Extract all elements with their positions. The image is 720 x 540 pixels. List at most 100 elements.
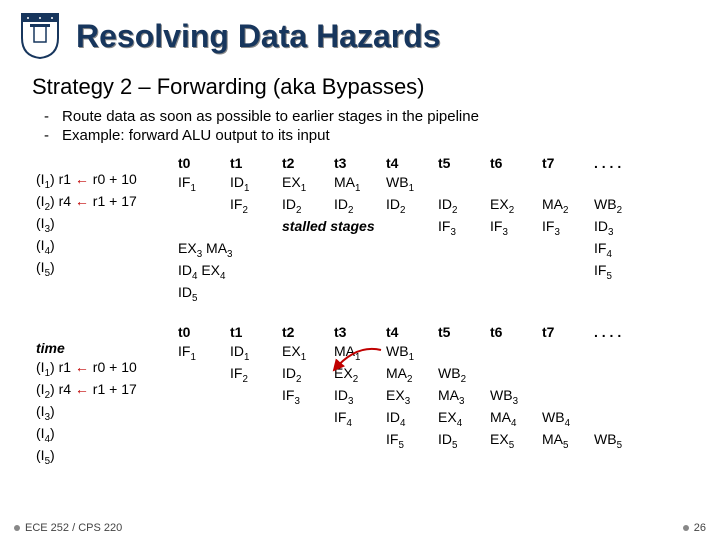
time-column-header: t5 [438, 154, 490, 173]
pipeline-cell [178, 386, 230, 408]
pipeline-cell: IF3 [542, 217, 594, 239]
time-column-header: t0 [178, 154, 230, 173]
time-column-header: t6 [490, 323, 542, 342]
time-column-header: t1 [230, 154, 282, 173]
pipeline-cell [542, 173, 594, 195]
pipeline-cell: EX3 MA3 [178, 239, 230, 261]
time-column-header: t7 [542, 323, 594, 342]
pipeline-cell: MA3 [438, 386, 490, 408]
pipeline-tables: (I1) r1 ← r0 + 10 (I2) r4 ← r1 + 17 (I3)… [0, 154, 720, 468]
pipeline-cell [490, 364, 542, 386]
pipeline-cell [334, 430, 386, 452]
pipeline-cell: WB5 [594, 430, 646, 452]
pipeline-cell: IF5 [594, 261, 646, 283]
pipeline-cell [594, 173, 646, 195]
pipeline-cell [542, 364, 594, 386]
pipeline-cell: MA2 [386, 364, 438, 386]
time-column-header: t3 [334, 154, 386, 173]
pipeline-cell: MA4 [490, 408, 542, 430]
pipeline-cell [334, 261, 386, 283]
pipeline-cell: IF1 [178, 342, 230, 364]
pipeline-cell [282, 408, 334, 430]
pipeline-cell [230, 408, 282, 430]
pipeline-cell: ID3 [334, 386, 386, 408]
stalled-label: stalled stages [282, 217, 438, 239]
time-column-header: t1 [230, 323, 282, 342]
instruction-column: time (I1) r1 ← r0 + 10 (I2) r4 ← r1 + 17… [36, 323, 164, 468]
pipeline-cell: MA1 [334, 173, 386, 195]
pipeline-cell: WB1 [386, 173, 438, 195]
slide-title: Resolving Data Hazards [76, 18, 441, 55]
pipeline-cell: WB4 [542, 408, 594, 430]
time-column-header: t5 [438, 323, 490, 342]
pipeline-cell: IF2 [230, 364, 282, 386]
pipeline-table-stall: (I1) r1 ← r0 + 10 (I2) r4 ← r1 + 17 (I3)… [36, 154, 702, 305]
pipeline-grid: t0t1t2t3t4t5t6t7. . . .IF1ID1EX1MA1WB1IF… [178, 323, 646, 452]
bullet-item: -Route data as soon as possible to earli… [44, 108, 688, 125]
pipeline-cell: IF4 [334, 408, 386, 430]
pipeline-cell: EX1 [282, 342, 334, 364]
pipeline-cell: ID3 [594, 217, 646, 239]
pipeline-cell [490, 342, 542, 364]
pipeline-cell: EX4 [438, 408, 490, 430]
pipeline-cell [178, 408, 230, 430]
pipeline-cell [386, 261, 438, 283]
pipeline-cell [490, 261, 542, 283]
pipeline-cell: WB3 [490, 386, 542, 408]
pipeline-cell [282, 430, 334, 452]
pipeline-cell [230, 430, 282, 452]
pipeline-cell [594, 364, 646, 386]
pipeline-cell [542, 261, 594, 283]
pipeline-cell: ID5 [178, 283, 230, 305]
pipeline-cell [438, 342, 490, 364]
pipeline-cell: MA2 [542, 195, 594, 217]
pipeline-cell [386, 239, 438, 261]
pipeline-cell: ID1 [230, 342, 282, 364]
pipeline-cell [438, 261, 490, 283]
bullet-item: -Example: forward ALU output to its inpu… [44, 127, 688, 144]
pipeline-cell [282, 239, 334, 261]
footer-left: ECE 252 / CPS 220 [25, 522, 122, 534]
pipeline-cell: ID2 [282, 364, 334, 386]
pipeline-cell [178, 195, 230, 217]
pipeline-cell: EX2 [490, 195, 542, 217]
pipeline-cell: IF3 [282, 386, 334, 408]
time-column-header: . . . . [594, 154, 646, 173]
pipeline-cell: ID2 [386, 195, 438, 217]
bullet-list: -Route data as soon as possible to earli… [0, 106, 720, 154]
pipeline-cell: IF2 [230, 195, 282, 217]
time-column-header: t2 [282, 154, 334, 173]
pipeline-cell: IF1 [178, 173, 230, 195]
pipeline-cell: ID1 [230, 173, 282, 195]
pipeline-cell: WB2 [594, 195, 646, 217]
pipeline-cell [594, 386, 646, 408]
pipeline-cell [334, 239, 386, 261]
pipeline-cell: IF5 [386, 430, 438, 452]
time-column-header: t0 [178, 323, 230, 342]
pipeline-cell: EX1 [282, 173, 334, 195]
pipeline-cell [282, 261, 334, 283]
time-column-header: t4 [386, 154, 438, 173]
pipeline-cell: EX3 [386, 386, 438, 408]
pipeline-cell [178, 430, 230, 452]
pipeline-cell: ID4 [386, 408, 438, 430]
time-column-header: t3 [334, 323, 386, 342]
time-column-header: . . . . [594, 323, 646, 342]
pipeline-cell: MA5 [542, 430, 594, 452]
pipeline-cell: ID2 [438, 195, 490, 217]
time-column-header: t4 [386, 323, 438, 342]
pipeline-cell [178, 364, 230, 386]
pipeline-cell [542, 386, 594, 408]
slide-header: Resolving Data Hazards [0, 0, 720, 66]
pipeline-cell [490, 239, 542, 261]
pipeline-cell [594, 408, 646, 430]
pipeline-cell [230, 217, 282, 239]
time-column-header: t2 [282, 323, 334, 342]
pipeline-cell [594, 342, 646, 364]
pipeline-cell: IF4 [594, 239, 646, 261]
pipeline-cell: IF3 [490, 217, 542, 239]
time-column-header: t7 [542, 154, 594, 173]
pipeline-cell: WB1 [386, 342, 438, 364]
pipeline-cell: IF3 [438, 217, 490, 239]
pipeline-cell [230, 386, 282, 408]
